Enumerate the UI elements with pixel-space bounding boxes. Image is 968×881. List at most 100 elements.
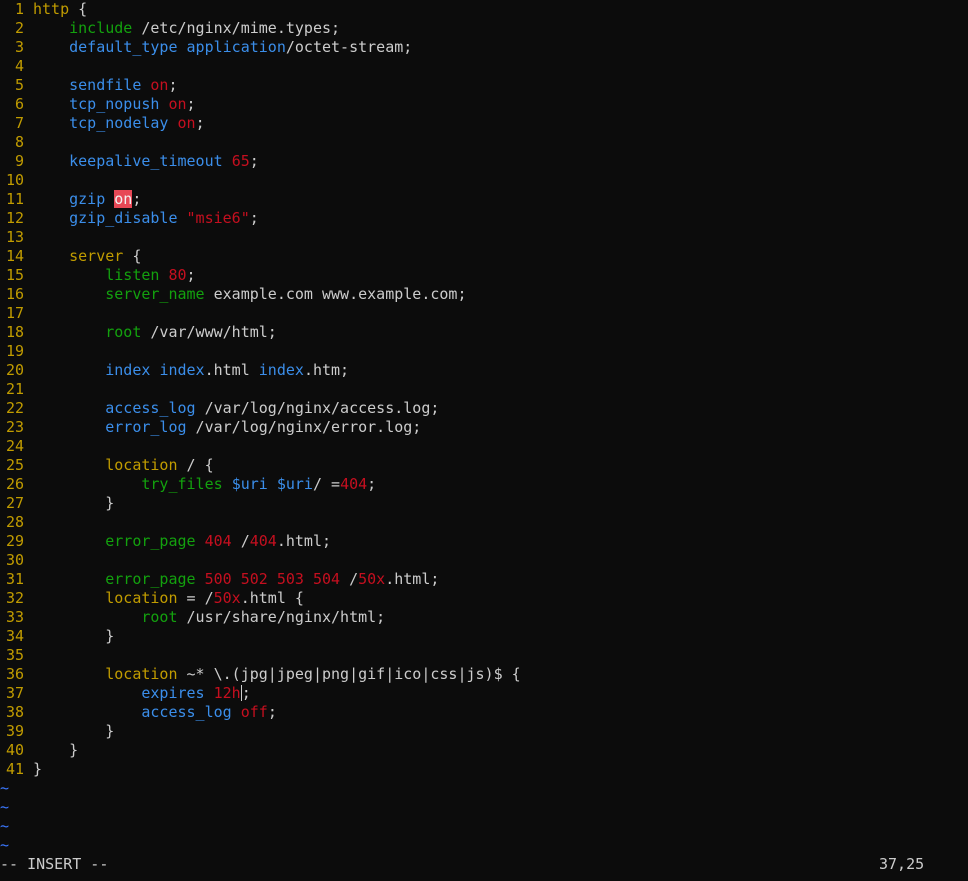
mode-indicator: -- INSERT -- [0,855,109,873]
line-number: 27 [5,494,24,512]
line-number: 34 [5,627,24,645]
code-line[interactable]: 22 access_log /var/log/nginx/access.log; [0,399,439,418]
code-line[interactable]: 35 [0,646,33,665]
code-line[interactable]: 18 root /var/www/html; [0,323,277,342]
code-line[interactable]: 12 gzip_disable "msie6"; [0,209,259,228]
code-line[interactable]: 14 server { [0,247,141,266]
code-text: access_log off; [33,703,277,721]
code-line[interactable]: 41} [0,760,42,779]
code-line[interactable]: 16 server_name example.com www.example.c… [0,285,467,304]
code-line[interactable]: 10 [0,171,33,190]
code-line[interactable]: 1 http { [0,0,87,19]
line-number: 23 [5,418,24,436]
code-token: example.com www.example.com; [204,285,467,303]
code-text: include /etc/nginx/mime.types; [33,19,340,37]
code-token: 500 502 503 504 [204,570,341,588]
code-token: } [33,760,43,778]
code-token: on [150,76,169,94]
code-token: on [114,190,133,208]
code-token: /var/log/nginx/error.log; [186,418,422,436]
code-line[interactable]: 2 include /etc/nginx/mime.types; [0,19,340,38]
code-line[interactable]: 31 error_page 500 502 503 504 /50x.html; [0,570,439,589]
code-token: { [69,0,88,18]
code-token: sendfile [69,76,142,94]
code-token: ; [195,114,205,132]
status-bar: -- INSERT -- 37,25 [0,855,968,874]
code-line[interactable]: 32 location = /50x.html { [0,589,304,608]
line-number: 8 [14,133,24,151]
code-token: 50x [358,570,386,588]
line-number: 19 [5,342,24,360]
code-line[interactable]: 5 sendfile on; [0,76,178,95]
code-line[interactable]: 29 error_page 404 /404.html; [0,532,331,551]
code-token: / [231,532,250,550]
line-number: 31 [5,570,24,588]
code-token: $uri [276,475,313,493]
code-line[interactable]: 8 [0,133,33,152]
code-line[interactable]: 40 } [0,741,78,760]
line-number: 17 [5,304,24,322]
code-text: root /usr/share/nginx/html; [33,608,385,626]
line-number: 3 [14,38,24,56]
code-token: / = [312,475,341,493]
code-line[interactable]: 24 [0,437,33,456]
code-token: ; [267,703,277,721]
code-line[interactable]: 19 [0,342,33,361]
code-line[interactable]: 30 [0,551,33,570]
code-line[interactable]: 11 gzip on; [0,190,141,209]
code-line[interactable]: 21 [0,380,33,399]
code-line[interactable]: 26 try_files $uri $uri/ =404; [0,475,376,494]
code-text: server_name example.com www.example.com; [33,285,467,303]
code-line[interactable]: 7 tcp_nodelay on; [0,114,205,133]
code-line[interactable]: 9 keepalive_timeout 65; [0,152,259,171]
code-token: default_type [69,38,178,56]
code-line[interactable]: 6 tcp_nopush on; [0,95,196,114]
line-number: 14 [5,247,24,265]
code-line[interactable]: 4 [0,57,33,76]
code-line[interactable]: 17 [0,304,33,323]
code-line[interactable]: 25 location / { [0,456,214,475]
code-token: error_log [105,418,187,436]
line-number: 36 [5,665,24,683]
code-line[interactable]: 27 } [0,494,114,513]
code-line[interactable]: 39 } [0,722,114,741]
code-line[interactable]: 38 access_log off; [0,703,277,722]
code-text: index index.html index.htm; [33,361,349,379]
code-token: } [105,722,115,740]
code-line[interactable]: 37 expires 12h; [0,684,251,703]
code-line[interactable]: 20 index index.html index.htm; [0,361,349,380]
code-token: 404 [204,532,232,550]
code-token: .html { [240,589,304,607]
code-line[interactable]: 36 location ~* \.(jpg|jpeg|png|gif|ico|c… [0,665,521,684]
code-line[interactable]: 23 error_log /var/log/nginx/error.log; [0,418,421,437]
line-number: 38 [5,703,24,721]
code-token: index [105,361,151,379]
code-token: server_name [105,285,205,303]
line-number: 39 [5,722,24,740]
code-line[interactable]: 15 listen 80; [0,266,196,285]
code-line[interactable]: 13 [0,228,33,247]
code-text: access_log /var/log/nginx/access.log; [33,399,439,417]
line-number: 18 [5,323,24,341]
code-token: error_page [105,570,196,588]
code-token: ; [367,475,377,493]
empty-line-tilde: ~ [0,817,10,835]
line-number: 33 [5,608,24,626]
code-line[interactable]: 28 [0,513,33,532]
cursor-position: 37,25 [879,855,925,873]
code-line[interactable]: 34 } [0,627,114,646]
code-token: 50x [213,589,241,607]
code-line[interactable]: 33 root /usr/share/nginx/html; [0,608,385,627]
code-token: ; [241,684,251,702]
code-line[interactable]: 3 default_type application/octet-stream; [0,38,412,57]
